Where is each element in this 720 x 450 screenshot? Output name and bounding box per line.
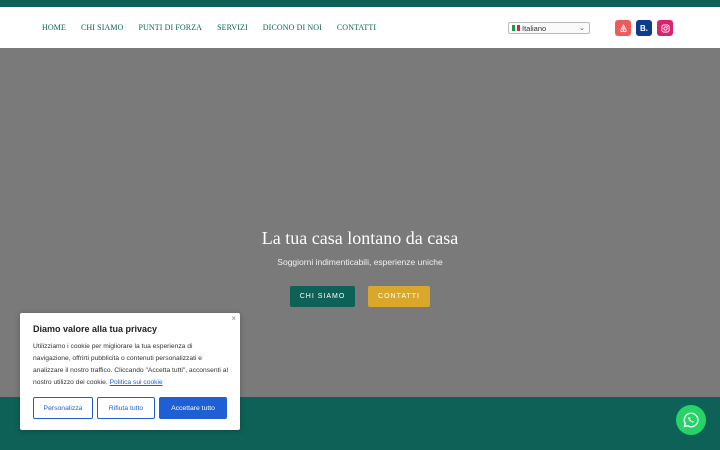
contatti-button[interactable]: CONTATTI: [368, 286, 430, 307]
instagram-icon[interactable]: [657, 20, 673, 36]
language-label: Italiano: [522, 23, 547, 33]
language-select[interactable]: Italiano ⌄: [508, 22, 590, 34]
cookie-text: Utilizziamo i cookie per migliorare la t…: [33, 341, 229, 389]
nav-chi-siamo[interactable]: CHI SIAMO: [81, 23, 123, 32]
booking-letter: B.: [640, 23, 648, 33]
customize-button[interactable]: Personalizza: [33, 397, 93, 419]
hero-title: La tua casa lontano da casa: [261, 228, 459, 248]
cookie-policy-link[interactable]: Politica sui cookie: [110, 379, 163, 386]
nav-home[interactable]: HOME: [42, 23, 66, 32]
nav-punti-di-forza[interactable]: PUNTI DI FORZA: [138, 23, 202, 32]
booking-icon[interactable]: B.: [636, 20, 652, 36]
reject-all-button[interactable]: Rifiuta tutto: [97, 397, 155, 419]
nav-contatti[interactable]: CONTATTI: [337, 23, 376, 32]
nav-dicono-di-noi[interactable]: DICONO DI NOI: [263, 23, 322, 32]
italy-flag-icon: [512, 25, 521, 31]
cookie-banner: × Diamo valore alla tua privacy Utilizzi…: [20, 313, 240, 430]
top-accent-bar: [0, 0, 720, 7]
nav-servizi[interactable]: SERVIZI: [217, 23, 248, 32]
airbnb-icon[interactable]: [615, 20, 631, 36]
accept-all-button[interactable]: Accettare tutto: [159, 397, 227, 419]
close-icon[interactable]: ×: [231, 314, 236, 323]
chevron-down-icon: ⌄: [579, 25, 585, 32]
hero-subtitle: Soggiorni indimenticabili, esperienze un…: [277, 257, 443, 267]
whatsapp-icon[interactable]: [676, 405, 706, 435]
site-header: HOME CHI SIAMO PUNTI DI FORZA SERVIZI DI…: [0, 7, 720, 48]
chi-siamo-button[interactable]: CHI SIAMO: [290, 286, 355, 307]
main-nav: HOME CHI SIAMO PUNTI DI FORZA SERVIZI DI…: [42, 23, 391, 32]
cookie-title: Diamo valore alla tua privacy: [33, 324, 158, 334]
